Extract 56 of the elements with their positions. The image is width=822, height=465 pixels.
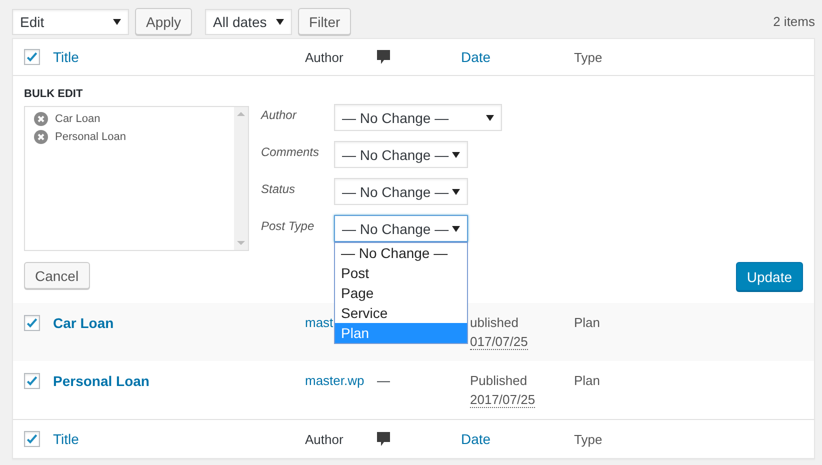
field-label: Post Type xyxy=(261,218,316,233)
dropdown-option[interactable]: Service xyxy=(335,303,467,323)
post-type: Plan xyxy=(574,373,600,388)
caret-icon xyxy=(276,18,284,24)
bulk-action-select[interactable]: Edit xyxy=(12,8,129,34)
post-title-link[interactable]: Personal Loan xyxy=(53,373,150,389)
comment-icon xyxy=(377,49,391,65)
comment-count: — xyxy=(377,373,390,388)
caret-icon xyxy=(486,114,494,120)
row-checkbox[interactable] xyxy=(24,373,40,389)
title-column-header[interactable]: Title xyxy=(53,49,79,65)
post-status: Published xyxy=(470,373,528,388)
caret-icon xyxy=(452,226,460,232)
date-filter-select[interactable]: All dates xyxy=(205,8,292,34)
caret-icon xyxy=(452,188,460,194)
caret-icon xyxy=(452,152,460,158)
post-type: Plan xyxy=(574,315,600,330)
author-link[interactable]: master.wp xyxy=(305,373,364,388)
filter-button[interactable]: Filter xyxy=(298,8,352,35)
row-checkbox[interactable] xyxy=(24,315,40,331)
post-date: 2017/07/25 xyxy=(470,392,536,408)
update-button[interactable]: Update xyxy=(736,262,803,291)
field-select[interactable]: — No Change — xyxy=(334,215,468,242)
type-column-header: Type xyxy=(574,432,602,446)
field-select[interactable]: — No Change — xyxy=(334,104,502,131)
select-all-checkbox[interactable] xyxy=(24,431,40,447)
post-status: ublished xyxy=(470,315,520,330)
field-label: Status xyxy=(261,181,296,196)
post-title: Personal Loan xyxy=(55,131,126,143)
field-select[interactable]: — No Change — xyxy=(334,141,468,168)
dropdown-option[interactable]: — No Change — xyxy=(335,243,467,263)
dropdown-option[interactable]: Post xyxy=(335,263,467,283)
caret-icon xyxy=(113,18,121,24)
select-all-checkbox[interactable] xyxy=(24,49,40,65)
item-count: 2 items xyxy=(773,14,815,29)
date-column-header[interactable]: Date xyxy=(461,431,491,447)
post-title: Car Loan xyxy=(55,113,100,125)
date-column-header[interactable]: Date xyxy=(461,49,491,65)
scrollbar[interactable] xyxy=(234,107,248,250)
apply-button[interactable]: Apply xyxy=(135,8,192,35)
cancel-button[interactable]: Cancel xyxy=(24,262,90,289)
dropdown-option[interactable]: Page xyxy=(335,283,467,303)
type-column-header: Type xyxy=(574,50,602,64)
comment-icon xyxy=(377,431,391,447)
author-column-header: Author xyxy=(305,50,344,64)
field-label: Comments xyxy=(261,144,320,159)
post-title-link[interactable]: Car Loan xyxy=(53,315,114,331)
bulk-edit-heading: BULK EDIT xyxy=(24,88,84,102)
field-label: Author xyxy=(261,107,298,122)
remove-icon[interactable] xyxy=(34,112,48,126)
post-date: 017/07/25 xyxy=(470,334,528,350)
remove-icon[interactable] xyxy=(34,130,48,144)
title-column-header[interactable]: Title xyxy=(53,431,79,447)
field-select[interactable]: — No Change — xyxy=(334,178,468,205)
author-column-header: Author xyxy=(305,432,344,446)
author-link[interactable]: mast xyxy=(305,315,334,330)
